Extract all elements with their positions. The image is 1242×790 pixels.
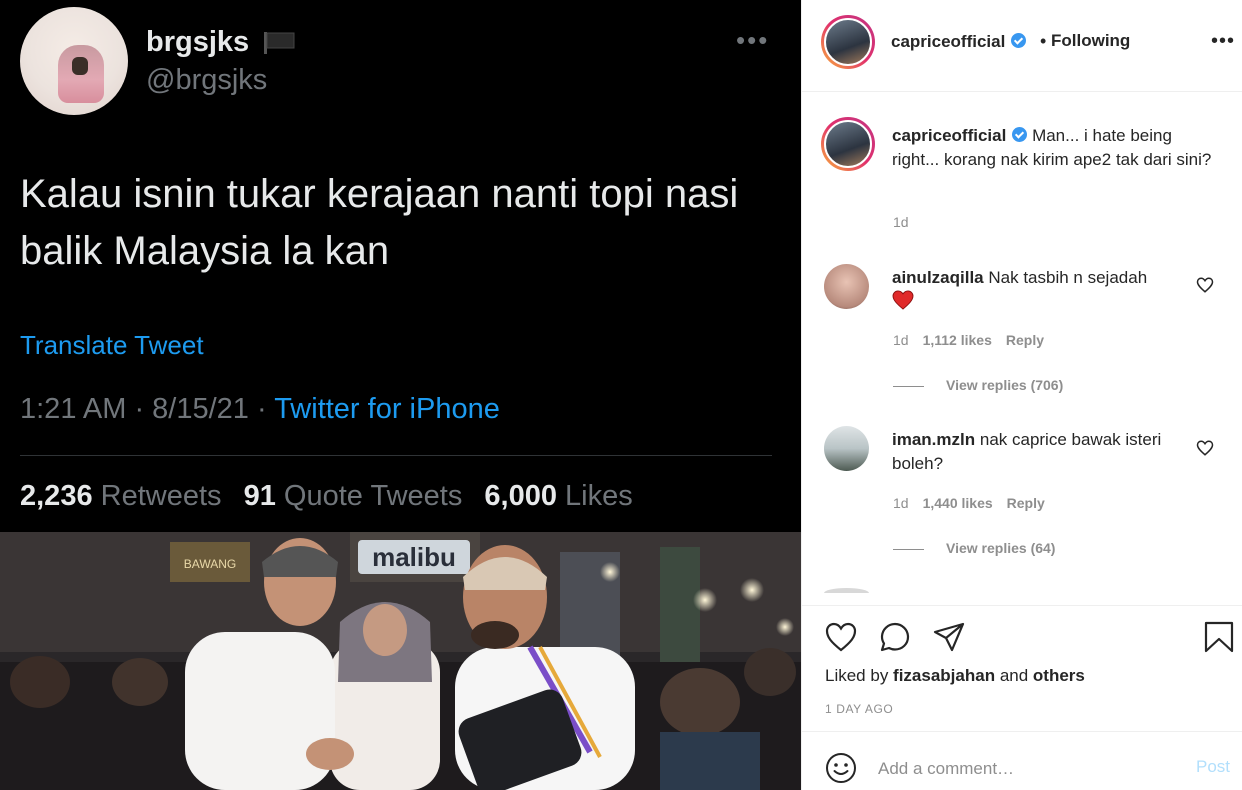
comment-username[interactable]: iman.mzln: [892, 430, 975, 449]
more-options-icon[interactable]: •••: [1211, 30, 1235, 53]
tweet-avatar: [20, 7, 128, 115]
comment-likes[interactable]: 1,440 likes: [923, 495, 993, 511]
event-photo: BAWANG malibu: [0, 532, 801, 790]
caption-username[interactable]: capriceofficial: [892, 126, 1006, 145]
tweet-source: Twitter for iPhone: [274, 393, 500, 425]
quotes-count: 91: [243, 480, 276, 512]
profile-avatar[interactable]: [821, 15, 875, 69]
post-media[interactable]: brgsjks @brgsjks ••• Kalau isnin tukar k…: [0, 0, 801, 790]
view-replies-label[interactable]: View replies (64): [946, 540, 1055, 556]
tweet-stats: 2,236 Retweets 91 Quote Tweets 6,000 Lik…: [20, 480, 633, 513]
caption-time[interactable]: 1d: [893, 214, 909, 230]
emoji-icon[interactable]: [824, 751, 858, 785]
caption-avatar[interactable]: [821, 117, 875, 171]
comment-text: Nak tasbih n sejadah: [988, 268, 1148, 287]
translate-tweet-link: Translate Tweet: [20, 330, 204, 360]
add-comment-input[interactable]: [878, 756, 1178, 782]
comment-box-divider: [802, 731, 1242, 732]
comments-scroll-edge: [802, 593, 1242, 605]
tweet-handle: @brgsjks: [146, 64, 268, 96]
post-comment-button[interactable]: Post: [1196, 757, 1230, 777]
comment-time[interactable]: 1d: [893, 495, 909, 511]
comment-time[interactable]: 1d: [893, 332, 909, 348]
liked-prefix: Liked by: [825, 666, 894, 685]
following-button[interactable]: Following: [1051, 31, 1130, 51]
post-time-ago[interactable]: 1 DAY AGO: [825, 702, 893, 716]
comment-meta: 1d 1,112 likes Reply: [893, 332, 1058, 348]
post-username[interactable]: capriceofficial: [891, 32, 1027, 52]
post-panel: capriceofficial • Following ••• capriceo…: [801, 0, 1242, 790]
tweet-more-icon: •••: [736, 25, 770, 55]
comment-body: iman.mzln nak caprice bawak isteri boleh…: [892, 428, 1187, 476]
reply-button[interactable]: Reply: [1006, 332, 1044, 348]
quotes-label: Quote Tweets: [283, 480, 463, 512]
save-bookmark-icon[interactable]: [1202, 620, 1236, 654]
comment-bubble-icon[interactable]: [878, 620, 912, 654]
comment-username[interactable]: ainulzaqilla: [892, 268, 984, 287]
comment-likes[interactable]: 1,112 likes: [923, 332, 992, 348]
liked-by: Liked by fizasabjahan and others: [825, 666, 1085, 686]
tweet-divider: [20, 455, 772, 456]
tweet-text: Kalau isnin tukar kerajaan nanti topi na…: [20, 172, 739, 273]
verified-badge-icon: [1012, 127, 1028, 142]
like-comment-icon[interactable]: [1196, 276, 1214, 294]
retweets-label: Retweets: [100, 480, 222, 512]
retweets-count: 2,236: [20, 480, 93, 512]
view-replies-label[interactable]: View replies (706): [946, 377, 1063, 393]
red-heart-emoji-icon: [892, 290, 914, 310]
likes-count: 6,000: [484, 480, 557, 512]
actions-divider: [802, 605, 1242, 606]
header-divider: [802, 91, 1242, 92]
verified-badge-icon: [1011, 33, 1027, 48]
avatar-face: [72, 57, 88, 75]
black-flag-icon: [264, 32, 295, 54]
comment-meta: 1d 1,440 likes Reply: [893, 495, 1059, 511]
shop-sign-malibu: malibu: [372, 542, 456, 572]
liked-mid: and: [995, 666, 1033, 685]
caption: capriceofficial Man... i hate being righ…: [892, 124, 1212, 172]
tweet-meta: 1:21 AM · 8/15/21 · Twitter for iPhone: [20, 393, 500, 426]
reply-button[interactable]: Reply: [1007, 495, 1045, 511]
like-heart-icon[interactable]: [824, 620, 858, 654]
post-username-text[interactable]: capriceofficial: [891, 32, 1005, 51]
view-replies-button[interactable]: View replies (64): [893, 540, 1055, 556]
tweet-display-name: brgsjks: [146, 26, 250, 58]
comment-body: ainulzaqilla Nak tasbih n sejadah: [892, 266, 1187, 314]
commenter-avatar[interactable]: [824, 426, 869, 471]
liked-others[interactable]: others: [1033, 666, 1085, 685]
commenter-avatar[interactable]: [824, 264, 869, 309]
like-comment-icon[interactable]: [1196, 439, 1214, 457]
separator-dot: •: [1040, 31, 1047, 51]
shop-sign-bawang: BAWANG: [184, 557, 236, 571]
view-replies-button[interactable]: View replies (706): [893, 377, 1063, 393]
liked-user[interactable]: fizasabjahan: [893, 666, 995, 685]
share-paper-plane-icon[interactable]: [932, 620, 966, 654]
likes-label: Likes: [565, 480, 633, 512]
tweet-time: 1:21 AM · 8/15/21 ·: [20, 393, 275, 425]
